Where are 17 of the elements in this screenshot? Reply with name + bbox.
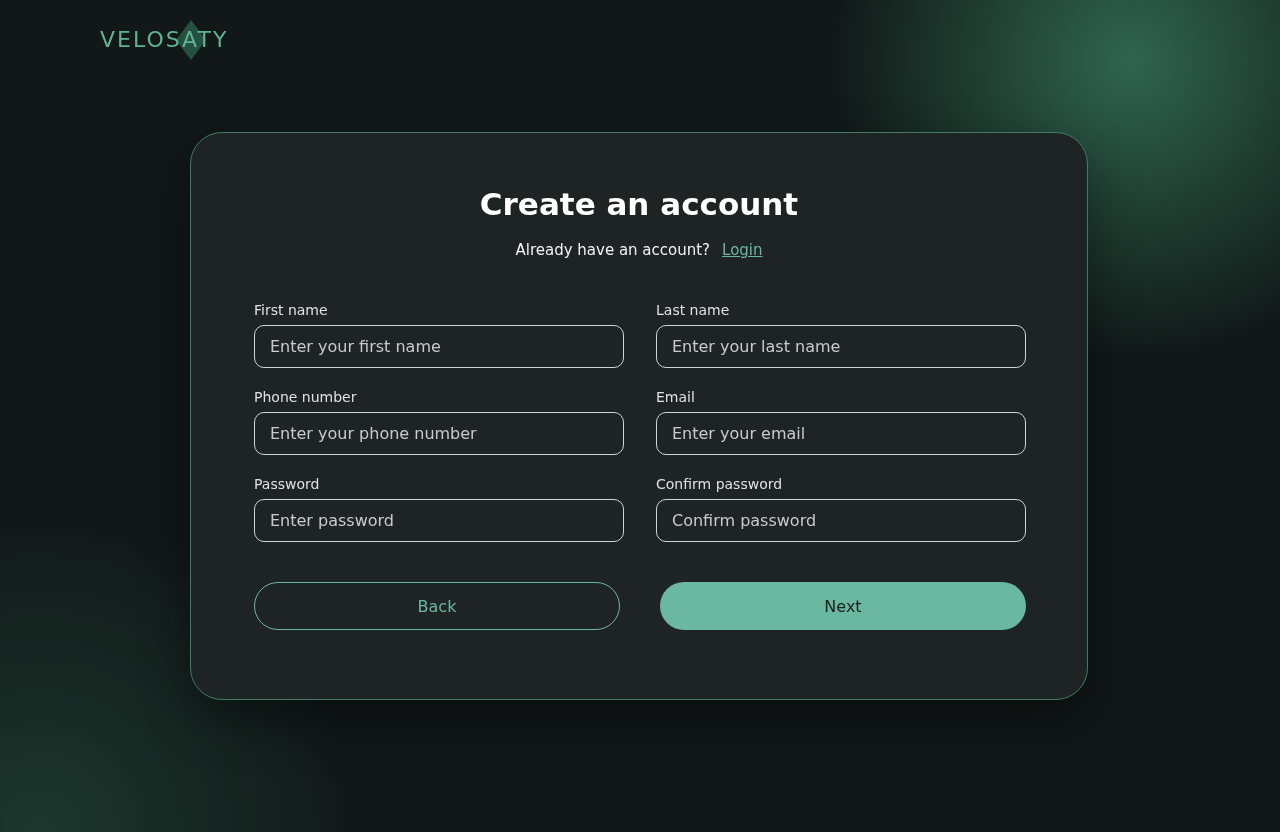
- next-button[interactable]: Next: [660, 582, 1026, 630]
- login-link[interactable]: Login: [722, 241, 763, 259]
- login-prompt: Already have an account?: [515, 241, 711, 259]
- field-label: Email: [656, 388, 696, 406]
- form-title: Create an account: [478, 185, 800, 224]
- input-field[interactable]: Enter your last name: [656, 325, 1026, 368]
- field-label: Last name: [656, 301, 731, 319]
- input-field[interactable]: Enter password: [254, 499, 624, 542]
- field-label: Confirm password: [656, 475, 784, 493]
- field-label: Password: [254, 475, 321, 493]
- input-field[interactable]: Confirm password: [656, 499, 1026, 542]
- field-label: First name: [254, 301, 329, 319]
- input-field[interactable]: Enter your phone number: [254, 412, 624, 455]
- field-label: Phone number: [254, 388, 358, 406]
- input-field[interactable]: Enter your email: [656, 412, 1026, 455]
- logo[interactable]: VELOSATY: [100, 27, 229, 52]
- input-field[interactable]: Enter your first name: [254, 325, 624, 368]
